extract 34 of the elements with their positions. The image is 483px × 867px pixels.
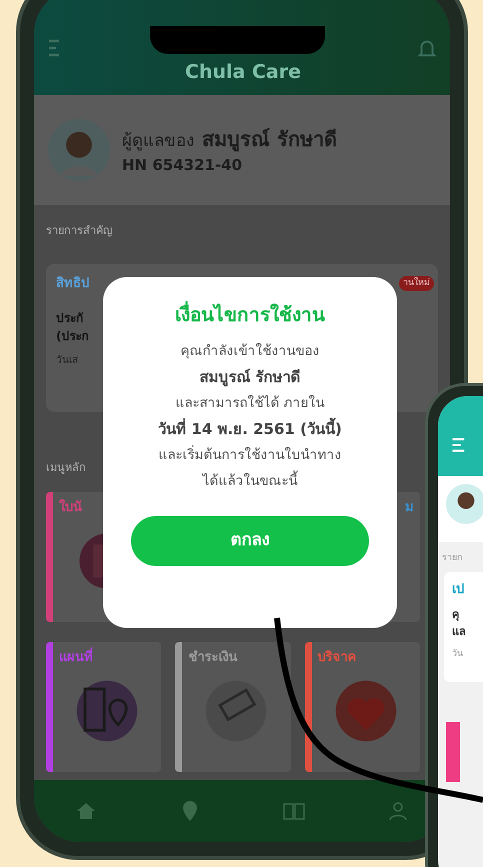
dialog-text: และเริ่มต้นการใช้งานใบนำทาง: [158, 444, 342, 464]
section-heading: รายก: [441, 552, 463, 565]
tile-label: บริจาค: [318, 649, 357, 667]
menu-tile[interactable]: ชำระเงิน: [175, 642, 291, 772]
dialog-text: ได้แล้วในขณะนี้: [200, 470, 299, 490]
avatar-icon: [446, 484, 483, 524]
card-title: สิทธิป: [56, 274, 89, 292]
card-text: คุ: [452, 607, 460, 624]
menu-tile[interactable]: แผนที่: [46, 642, 162, 772]
status-badge: านใหม่: [399, 276, 434, 291]
tile-label: ใบนั: [59, 498, 82, 517]
dialog-text: และสามารถใช้ได้ ภายใน: [174, 394, 326, 412]
hospital-number: HN 654321-40: [122, 155, 244, 176]
menu-tile[interactable]: บริจาค: [304, 642, 420, 772]
avatar-icon: [48, 119, 110, 181]
dialog-text: วันที่ 14 พ.ย. 2561 (วันนี้): [157, 416, 343, 440]
dialog-text: สมบูรณ์ รักษาดี: [198, 366, 302, 388]
caregiver-caption: ผู้ดูแลของ: [122, 130, 194, 152]
dialog-text: คุณกำลังเข้าใช้งานของ: [180, 342, 320, 360]
card-title: เป: [452, 580, 465, 598]
app-title: Chula Care: [185, 60, 301, 85]
card-text: แล: [452, 624, 467, 640]
tile-label: แผนที่: [59, 648, 93, 668]
tile-label: ม: [405, 499, 414, 517]
tile-label: ชำระเงิน: [188, 649, 238, 667]
ok-button[interactable]: ตกลง: [131, 516, 369, 566]
section-heading: รายการสำคัญ: [46, 223, 112, 239]
card-date: วัน: [452, 648, 464, 661]
card-text: ประกั: [56, 310, 83, 327]
menu-tile-edge: [446, 722, 460, 782]
card-text: (ประก: [56, 328, 88, 345]
section-heading: เมนูหลัก: [46, 460, 86, 476]
dialog-title: เงื่อนไขการใช้งาน: [131, 301, 369, 330]
patient-name: สมบูรณ์ รักษาดี: [202, 126, 337, 154]
